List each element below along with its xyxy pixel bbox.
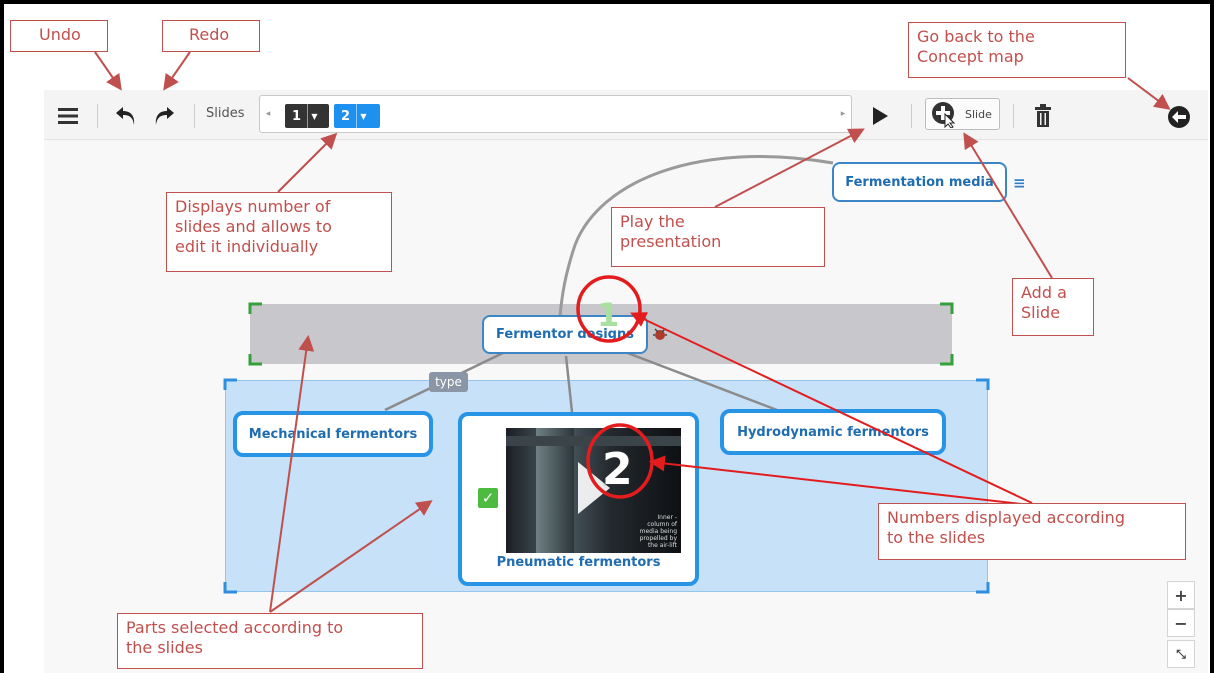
callout-text: edit it individually [175, 237, 319, 256]
add-slide-button[interactable]: Slide [925, 98, 1000, 130]
node-fermentation-media[interactable]: Fermentation media [832, 162, 1007, 202]
callout-concept-map: Go back to the Concept map [908, 22, 1126, 78]
slide-marker-1: 1 [597, 296, 620, 334]
node-mechanical-fermentors[interactable]: Mechanical fermentors [233, 411, 433, 457]
node-label: Fermentation media [845, 174, 994, 190]
zoom-out-icon: − [1174, 613, 1188, 633]
back-to-concept-map-button[interactable] [1164, 102, 1194, 132]
node-fermentor-designs[interactable]: Fermentor designs [482, 315, 648, 354]
callout-text: presentation [620, 232, 722, 251]
redo-button[interactable] [150, 102, 178, 130]
bug-icon [653, 328, 667, 340]
back-arrow-icon [1168, 106, 1190, 128]
caption-line: propelled by [639, 535, 677, 542]
delete-button[interactable] [1030, 102, 1056, 130]
hamburger-icon [58, 108, 78, 124]
node-label: Mechanical fermentors [248, 426, 418, 442]
callout-redo: Redo [162, 20, 260, 52]
slide-chip-number: 1 [292, 108, 302, 124]
callout-add-slide: Add a Slide [1012, 278, 1094, 336]
toolbar-separator [194, 104, 195, 128]
slide-marker-2: 2 [602, 444, 633, 495]
callout-text: Concept map [917, 47, 1024, 66]
caption-line: column of [647, 521, 677, 528]
video-frame-bar [506, 436, 681, 446]
chevron-down-icon[interactable]: ▼ [307, 104, 321, 128]
redo-icon [155, 107, 174, 125]
relation-type-tag: type [429, 372, 468, 392]
add-slide-icon [932, 102, 956, 128]
callout-undo: Undo [10, 20, 108, 52]
callout-text: slides and allows to [175, 217, 332, 236]
caption-line: the air-lift [647, 542, 677, 549]
undo-icon [116, 107, 135, 125]
slide-chip-2[interactable]: 2 ▼ [334, 104, 380, 128]
zoom-out-button[interactable]: − [1167, 609, 1195, 637]
menu-button[interactable] [54, 102, 82, 130]
toolbar-separator [1013, 104, 1014, 128]
callout-text: to the slides [887, 528, 986, 547]
zoom-in-button[interactable]: + [1167, 581, 1195, 609]
callout-text: Undo [39, 25, 81, 44]
callout-text: Displays number of [175, 197, 331, 216]
callout-text: Redo [189, 25, 230, 44]
fit-to-screen-button[interactable]: ⤡ [1167, 640, 1195, 668]
node-menu-icon[interactable]: ≡ [1013, 174, 1026, 192]
node-label: Hydrodynamic fermentors [737, 424, 929, 440]
add-slide-label: Slide [965, 107, 992, 121]
video-thumbnail[interactable]: Inner - column of media being propelled … [506, 428, 681, 553]
callout-text: Parts selected according to [126, 618, 344, 637]
chevron-down-icon[interactable]: ▼ [356, 104, 370, 128]
video-frame-pillar [536, 428, 574, 553]
callout-text: Slide [1021, 303, 1061, 322]
toolbar-separator [97, 104, 98, 128]
fit-screen-icon: ⤡ [1176, 646, 1186, 661]
strip-scroll-left-icon[interactable]: ◂ [261, 95, 275, 133]
callout-text: Add a [1021, 283, 1067, 302]
callout-parts: Parts selected according to the slides [117, 613, 423, 669]
callout-text: Go back to the [917, 27, 1035, 46]
undo-button[interactable] [112, 102, 140, 130]
node-label: Pneumatic fermentors [496, 555, 661, 570]
strip-scroll-right-icon[interactable]: ▸ [836, 95, 850, 133]
play-button[interactable] [866, 102, 894, 130]
play-icon [873, 107, 888, 125]
toolbar-separator [911, 104, 912, 128]
zoom-in-icon: + [1174, 585, 1188, 605]
slides-label: Slides [206, 106, 245, 121]
callout-numbers: Numbers displayed according to the slide… [878, 503, 1186, 560]
callout-text: Play the [620, 212, 685, 231]
caption-line: Inner - [657, 514, 677, 521]
video-caption: Inner - column of media being propelled … [629, 514, 677, 549]
caption-line: media being [639, 528, 677, 535]
callout-slides-info: Displays number of slides and allows to … [166, 192, 392, 272]
callout-text: Numbers displayed according [887, 508, 1125, 527]
callout-play: Play the presentation [611, 207, 825, 267]
node-hydrodynamic-fermentors[interactable]: Hydrodynamic fermentors [720, 409, 946, 455]
trash-icon [1035, 104, 1051, 127]
callout-text: the slides [126, 638, 203, 657]
slide-chip-1[interactable]: 1 ▼ [285, 104, 329, 128]
checkbox-checked-icon[interactable]: ✓ [478, 488, 498, 508]
slide-chip-number: 2 [341, 108, 351, 124]
